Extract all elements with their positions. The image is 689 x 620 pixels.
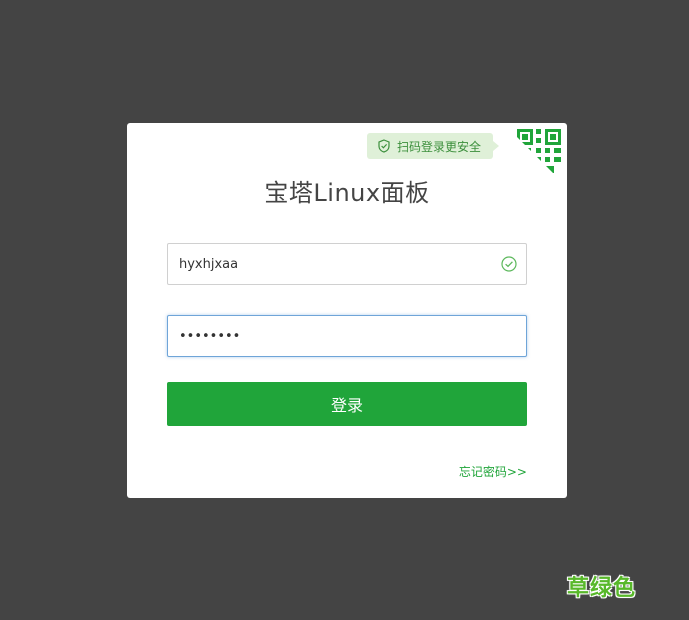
- qr-login-tip: 扫码登录更安全: [367, 133, 500, 159]
- page: 扫码登录更安全 宝塔Linux面板 hyxhjxaa 登录 忘记密码>> 草绿色: [0, 0, 689, 620]
- password-input[interactable]: [168, 316, 526, 356]
- username-field-wrapper: [167, 243, 527, 285]
- watermark-text: 草绿色: [567, 576, 637, 601]
- username-input[interactable]: [168, 244, 526, 284]
- page-title: 宝塔Linux面板: [264, 179, 430, 207]
- login-button[interactable]: 登录: [167, 382, 527, 426]
- password-field-wrapper: [167, 315, 527, 357]
- qr-login-tip-text: 扫码登录更安全: [397, 139, 482, 154]
- forgot-password-link[interactable]: 忘记密码>>: [459, 463, 527, 480]
- check-circle-icon: [501, 256, 517, 272]
- login-card: 扫码登录更安全 宝塔Linux面板 hyxhjxaa 登录 忘记密码>>: [127, 123, 567, 498]
- shield-check-icon: [377, 139, 391, 153]
- qr-corner-fold: [503, 123, 567, 187]
- qr-login-toggle[interactable]: [503, 123, 567, 187]
